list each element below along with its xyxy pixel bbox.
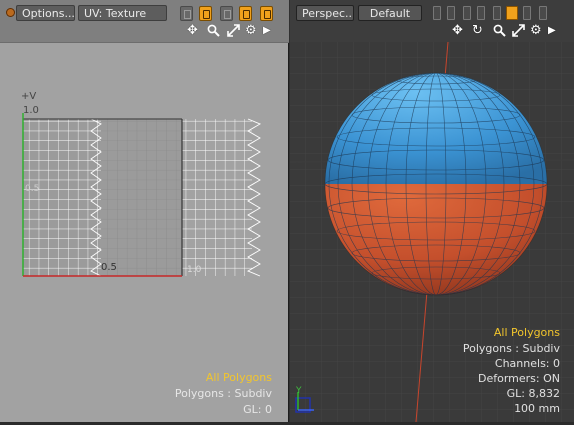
u-tick-05: 0.5 <box>101 262 117 273</box>
uv-overlap-toggle-icon[interactable] <box>260 6 273 21</box>
zoom-icon[interactable] <box>207 24 220 41</box>
app-window: Options.... UV: Texture ✥ ⚙ ▶ +V 1.0 0.5… <box>0 0 574 422</box>
zoom-icon[interactable] <box>493 24 506 41</box>
move-view-icon[interactable]: ✥ <box>187 24 198 38</box>
uv-grid-svg <box>22 113 262 277</box>
light-toggle-icon[interactable] <box>506 6 518 20</box>
gizmo-y-label: Y <box>296 386 302 396</box>
uv-toolbar: Options.... UV: Texture ✥ ⚙ ▶ <box>0 0 289 43</box>
fit-icon[interactable] <box>512 24 525 41</box>
rotate-icon[interactable]: ↻ <box>472 24 483 38</box>
camera-toggle-icon[interactable] <box>493 6 501 20</box>
options-dropdown[interactable]: Options.... <box>16 5 75 21</box>
uv-map-dropdown[interactable]: UV: Texture <box>78 5 167 21</box>
v-tick-1: 1.0 <box>23 105 39 116</box>
viewport-toolbar: Perspec... Default ✥ ↻ ⚙ ▶ <box>290 0 574 42</box>
uv-texture-toggle-icon[interactable] <box>220 6 233 21</box>
effects-toggle-icon[interactable] <box>523 6 531 20</box>
view-info-selection: All Polygons <box>493 326 560 339</box>
uv-info-polygons: Polygons : Subdiv <box>174 387 272 400</box>
uv-island-right <box>182 119 252 276</box>
uv-layer-toggle-icon[interactable] <box>199 6 212 21</box>
uv-info-selection: All Polygons <box>205 371 272 384</box>
gear-icon[interactable]: ⚙ <box>245 24 257 38</box>
uv-editor-panel: Options.... UV: Texture ✥ ⚙ ▶ +V 1.0 0.5… <box>0 0 289 422</box>
uv-seam-toggle-icon[interactable] <box>239 6 252 21</box>
uv-info-gl: GL: 0 <box>243 403 272 416</box>
view-info-channels: Channels: 0 <box>494 357 560 370</box>
u-tick-1: 1.0 <box>187 265 202 275</box>
backdrop-toggle-icon[interactable] <box>539 6 547 20</box>
fit-icon[interactable] <box>227 24 240 41</box>
v-tick-05: 0.5 <box>25 184 40 194</box>
gear-icon[interactable]: ⚙ <box>530 24 542 38</box>
view-info-gl: GL: 8,832 <box>506 387 560 400</box>
view-type-dropdown[interactable]: Perspec... <box>296 5 354 21</box>
arrow-right-icon[interactable]: ▶ <box>263 24 271 38</box>
uv-display-toggle-icon[interactable] <box>180 6 193 21</box>
view-info-deformers: Deformers: ON <box>478 372 560 385</box>
3d-viewport[interactable]: Y All Polygons Polygons : Subdiv Channel… <box>290 42 574 422</box>
lock-toggle-icon[interactable] <box>477 6 485 20</box>
visibility-toggle-icon[interactable] <box>463 6 471 20</box>
wireframe-toggle-icon[interactable] <box>433 6 441 20</box>
panel-menu-dot-icon[interactable] <box>6 8 15 17</box>
perspective-panel: Perspec... Default ✥ ↻ ⚙ ▶ Y All Polygon… <box>290 0 574 422</box>
v-axis-label: +V <box>21 91 37 102</box>
shading-dropdown[interactable]: Default <box>358 5 422 21</box>
grid-toggle-icon[interactable] <box>447 6 455 20</box>
uv-canvas[interactable]: +V 1.0 0.5 0.5 1.0 All Polygons Polygons… <box>0 43 288 422</box>
arrow-right-icon[interactable]: ▶ <box>548 24 556 38</box>
move-view-icon[interactable]: ✥ <box>452 24 463 38</box>
view-info-polygons: Polygons : Subdiv <box>462 342 560 355</box>
uv-island-left <box>23 119 101 276</box>
view-info-scale: 100 mm <box>514 402 560 415</box>
